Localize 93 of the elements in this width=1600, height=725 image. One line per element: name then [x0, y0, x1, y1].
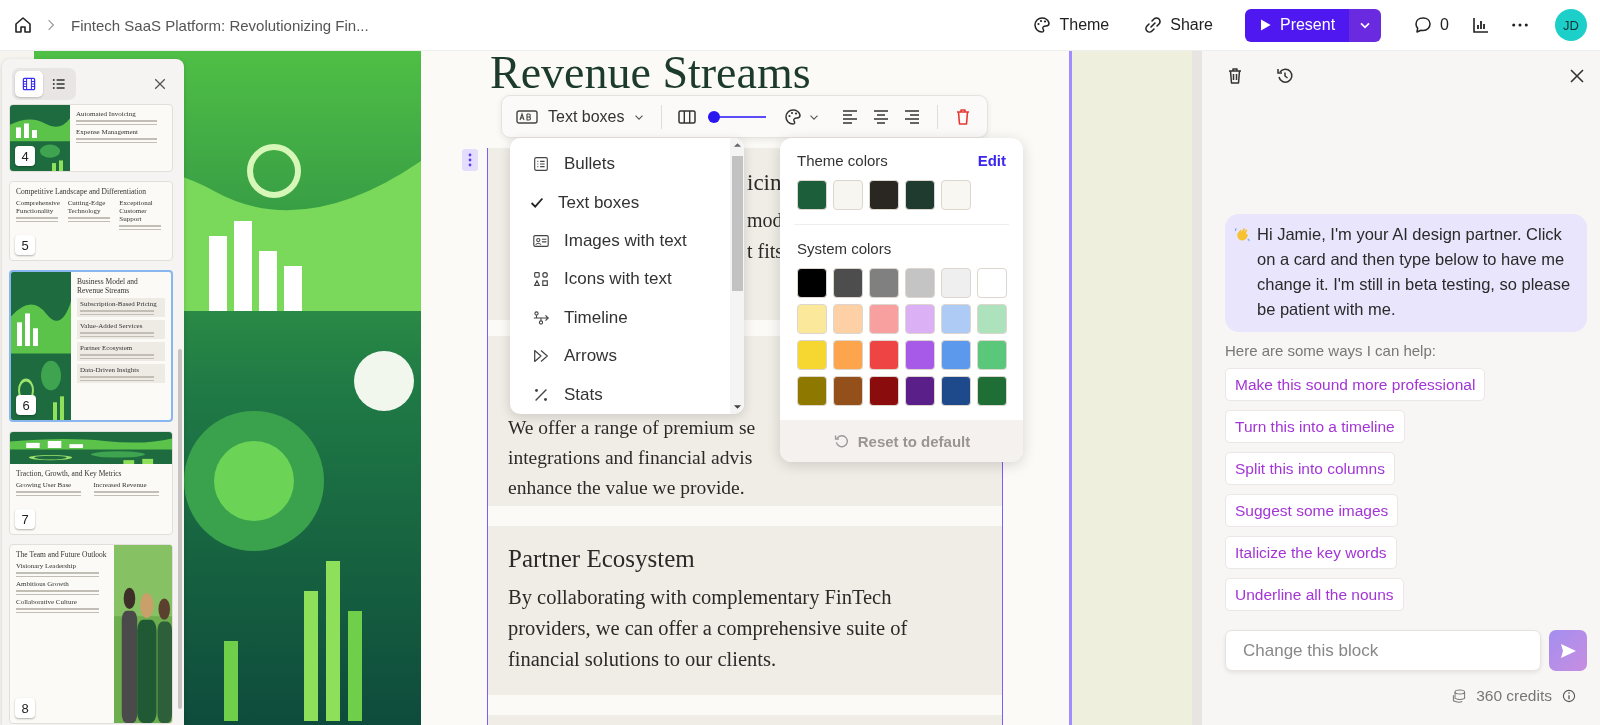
menu-item[interactable]: Arrows [510, 337, 730, 376]
user-avatar[interactable]: JD [1555, 9, 1587, 41]
text-box-card[interactable]: Partner Ecosystem By collaborating with complementary FinTech providers, we can offer a comprehensive suite of financial solutions to our clients. [488, 526, 1002, 695]
color-swatch[interactable] [941, 376, 971, 406]
slide-number: 5 [15, 235, 35, 255]
present-options-button[interactable] [1349, 8, 1382, 42]
card-text: enhance the value we provide. [508, 476, 745, 500]
layout-dropdown[interactable]: Text boxes [516, 107, 647, 126]
color-swatch[interactable] [797, 180, 827, 210]
color-swatch[interactable] [869, 304, 899, 334]
theme-button[interactable]: Theme [1020, 9, 1122, 41]
color-swatch[interactable] [869, 376, 899, 406]
comments-button[interactable]: 0 [1401, 9, 1461, 41]
present-button[interactable]: Present [1244, 8, 1350, 42]
color-swatch[interactable] [941, 340, 971, 370]
section-title: Theme colors [797, 152, 888, 169]
palette-icon [1032, 15, 1053, 35]
color-swatch[interactable] [797, 304, 827, 334]
color-swatch[interactable] [869, 340, 899, 370]
shapes-icon [532, 270, 550, 289]
comment-icon [1413, 15, 1434, 35]
suggestion-chip[interactable]: Make this sound more professional [1225, 368, 1486, 401]
suggestion-chip[interactable]: Turn this into a timeline [1225, 410, 1405, 443]
home-icon[interactable] [13, 15, 33, 35]
color-swatch[interactable] [797, 340, 827, 370]
card-text: integrations and financial advis [508, 446, 753, 470]
history-icon[interactable] [1275, 66, 1295, 86]
color-swatch[interactable] [869, 180, 899, 210]
palette-icon [783, 106, 804, 127]
prompt-input[interactable]: Change this block [1225, 630, 1541, 671]
color-swatch[interactable] [797, 376, 827, 406]
text-fragment: icin [747, 169, 782, 197]
suggestion-chip[interactable]: Suggest some images [1225, 494, 1399, 527]
credits-count: 360 credits [1476, 687, 1552, 705]
send-button[interactable] [1549, 630, 1587, 671]
color-swatch[interactable] [977, 268, 1007, 298]
document-title[interactable]: Fintech SaaS Platform: Revolutionizing Fin... [71, 16, 369, 34]
suggestion-chip[interactable]: Italicize the key words [1225, 536, 1397, 569]
color-swatch[interactable] [833, 180, 863, 210]
message-text: Hi Jamie, I'm your AI design partner. Click on a card and then type below to have me change it. I'm still in beta testing, so please be patient with me. [1257, 224, 1572, 320]
help-heading: Here are some ways I can help: [1225, 342, 1437, 359]
color-swatch[interactable] [833, 376, 863, 406]
color-swatch[interactable] [797, 268, 827, 298]
filmstrip-icon [21, 76, 37, 92]
color-swatch[interactable] [905, 376, 935, 406]
undo-icon [832, 432, 850, 450]
color-swatch[interactable] [833, 340, 863, 370]
slide-number: 8 [15, 698, 35, 718]
color-swatch[interactable] [905, 180, 935, 210]
drag-handle-icon[interactable] [462, 149, 478, 171]
color-swatch[interactable] [905, 268, 935, 298]
color-swatch[interactable] [869, 268, 899, 298]
menu-item[interactable]: Bullets [510, 145, 730, 184]
card-heading: Partner Ecosystem [508, 544, 696, 574]
menu-item[interactable]: Text boxes [510, 183, 730, 222]
suggestion-chip[interactable]: Underline all the nouns [1225, 578, 1404, 611]
slide-number: 4 [15, 146, 35, 166]
edit-link[interactable]: Edit [977, 152, 1006, 169]
coins-icon [1451, 688, 1468, 704]
scroll-down-icon[interactable] [732, 404, 742, 410]
scrollbar[interactable] [730, 138, 744, 414]
section-title: System colors [797, 240, 893, 257]
menu-item[interactable]: Stats [510, 375, 730, 414]
suggestion-chip[interactable]: Split this into columns [1225, 452, 1395, 485]
color-swatch[interactable] [977, 376, 1007, 406]
card-text: By collaborating with complementary FinTech providers, we can offer a comprehensive suite of financial solutions to our clients. [508, 585, 909, 672]
text-box-icon [516, 109, 538, 124]
list-icon [532, 155, 550, 174]
color-swatch[interactable] [941, 304, 971, 334]
menu-item[interactable]: Icons with text [510, 260, 730, 299]
slide-title: Revenue Streams [490, 53, 812, 93]
color-swatch[interactable] [941, 180, 971, 210]
menu-item[interactable]: Images with text [510, 221, 730, 261]
slide-number: 6 [16, 395, 36, 415]
card-text: We offer a range of premium se [508, 416, 756, 440]
color-swatch[interactable] [833, 304, 863, 334]
slider-thumb[interactable] [708, 110, 721, 123]
color-swatch[interactable] [833, 268, 863, 298]
color-swatch[interactable] [905, 304, 935, 334]
width-slider[interactable] [708, 109, 767, 124]
share-button[interactable]: Share [1131, 9, 1225, 41]
slide-number: 7 [15, 509, 35, 529]
color-swatch[interactable] [941, 268, 971, 298]
menu-item[interactable]: Timeline [510, 298, 730, 338]
waving-hand-icon [1234, 226, 1251, 243]
timeline-icon [532, 308, 550, 327]
info-icon[interactable] [1561, 688, 1577, 704]
color-swatch[interactable] [905, 340, 935, 370]
analytics-icon[interactable] [1471, 15, 1491, 35]
color-swatch[interactable] [977, 304, 1007, 334]
color-swatch[interactable] [977, 340, 1007, 370]
link-icon [1143, 15, 1164, 35]
more-icon[interactable] [1511, 22, 1529, 28]
